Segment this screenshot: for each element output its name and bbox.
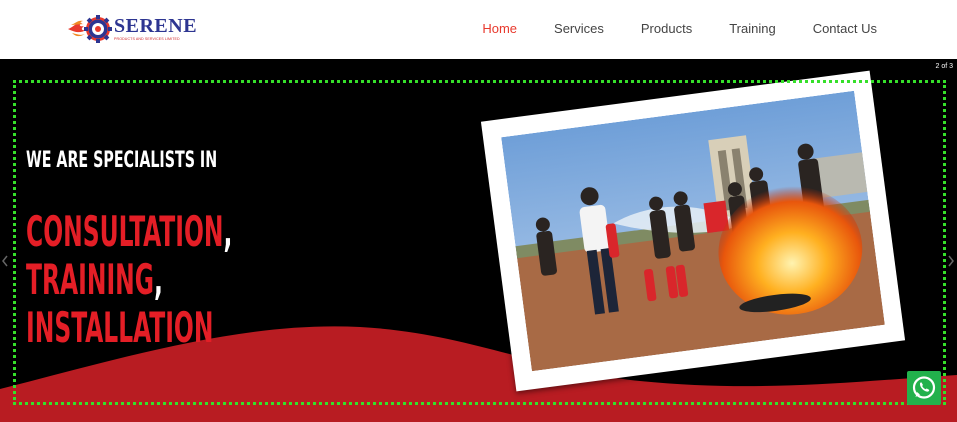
whatsapp-icon [912,376,936,399]
whatsapp-chat-button[interactable] [907,371,941,405]
chevron-left-icon[interactable] [1,255,9,267]
specialty-consultation: CONSULTATION, [26,211,232,253]
chevron-right-icon[interactable] [947,255,955,267]
hero-headline: WE ARE SPECIALISTS IN [26,148,218,173]
specialty-comma: , [223,207,233,256]
slide-counter: 2 of 3 [935,63,953,70]
nav-home[interactable]: Home [482,21,517,37]
specialty-word: CONSULTATION [26,207,224,256]
site-logo[interactable]: SERENE PRODUCTS AND SERVICES LIMITED [68,14,197,46]
specialty-word: TRAINING [26,255,155,304]
fire-extinguisher-training-photo [501,90,885,372]
specialty-word: INSTALLATION [26,303,214,352]
specialty-training: TRAINING, [26,259,163,301]
logo-wordmark: SERENE [114,15,198,37]
main-nav: Home Services Products Training Contact … [482,21,877,37]
nav-services[interactable]: Services [554,21,604,37]
nav-contact-us[interactable]: Contact Us [813,21,877,37]
site-header: SERENE PRODUCTS AND SERVICES LIMITED Hom… [0,0,957,59]
nav-training[interactable]: Training [729,21,775,37]
specialty-installation: INSTALLATION [26,307,213,349]
logo-tagline: PRODUCTS AND SERVICES LIMITED [114,37,180,41]
gear-flame-icon [68,15,112,43]
hero-photo-frame [480,70,906,392]
nav-products[interactable]: Products [641,21,692,37]
hero-slider: 2 of 3 WE ARE SPECIALISTS IN CONSULTATIO… [0,59,957,422]
specialty-comma: , [154,255,163,304]
